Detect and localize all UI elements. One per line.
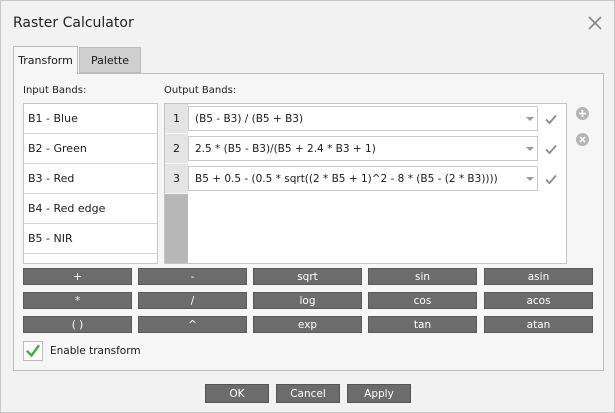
expression-input-1[interactable]: (B5 - B3) / (B5 + B3) [188, 106, 538, 131]
output-bands-label: Output Bands: [164, 85, 237, 96]
checkmark-icon [26, 344, 40, 358]
key-power[interactable]: ^ [138, 316, 247, 333]
expression-input-3[interactable]: B5 + 0.5 - (0.5 * sqrt((2 * B5 + 1)^2 - … [188, 166, 538, 191]
key-parentheses[interactable]: ( ) [23, 316, 132, 333]
apply-button[interactable]: Apply [347, 384, 411, 403]
key-asin[interactable]: asin [484, 268, 593, 285]
tab-transform[interactable]: Transform [13, 46, 78, 74]
band-item-b2[interactable]: B2 - Green [24, 134, 157, 164]
enable-transform-checkbox[interactable] [23, 341, 43, 361]
key-sqrt[interactable]: sqrt [253, 268, 362, 285]
remove-row-button[interactable] [576, 133, 589, 146]
output-row-3: 3 B5 + 0.5 - (0.5 * sqrt((2 * B5 + 1)^2 … [165, 164, 566, 194]
raster-calculator-dialog: Raster Calculator Transform Palette Inpu… [0, 0, 615, 413]
add-row-button[interactable] [576, 107, 589, 120]
row-number: 3 [165, 164, 188, 194]
dialog-title: Raster Calculator [13, 15, 134, 31]
key-multiply[interactable]: * [23, 292, 132, 309]
close-icon [588, 16, 602, 30]
key-plus[interactable]: + [23, 268, 132, 285]
enable-transform-row: Enable transform [23, 340, 141, 362]
output-row-2: 2 2.5 * (B5 - B3)/(B5 + 2.4 * B3 + 1) [165, 134, 566, 164]
key-minus[interactable]: - [138, 268, 247, 285]
key-cos[interactable]: cos [368, 292, 477, 309]
output-bands-area: 1 (B5 - B3) / (B5 + B3) 2 2.5 * (B5 - B3… [164, 103, 567, 264]
tab-palette[interactable]: Palette [79, 47, 141, 73]
close-button[interactable] [586, 14, 604, 32]
chevron-down-icon[interactable] [526, 177, 534, 181]
apply-check-icon[interactable] [543, 141, 559, 157]
key-atan[interactable]: atan [484, 316, 593, 333]
key-exp[interactable]: exp [253, 316, 362, 333]
ok-button[interactable]: OK [205, 384, 269, 403]
plus-icon [579, 110, 586, 117]
row-number: 2 [165, 134, 188, 164]
remove-icon [579, 136, 586, 143]
enable-transform-label: Enable transform [50, 345, 141, 357]
band-item-b4[interactable]: B4 - Red edge [24, 194, 157, 224]
input-bands-list: B1 - Blue B2 - Green B3 - Red B4 - Red e… [23, 103, 158, 264]
transform-panel: Input Bands: Output Bands: B1 - Blue B2 … [13, 73, 604, 371]
key-divide[interactable]: / [138, 292, 247, 309]
cancel-button[interactable]: Cancel [276, 384, 340, 403]
band-item-b1[interactable]: B1 - Blue [24, 104, 157, 134]
band-item-b3[interactable]: B3 - Red [24, 164, 157, 194]
apply-check-icon[interactable] [543, 111, 559, 127]
key-acos[interactable]: acos [484, 292, 593, 309]
chevron-down-icon[interactable] [526, 117, 534, 121]
key-log[interactable]: log [253, 292, 362, 309]
expression-input-2[interactable]: 2.5 * (B5 - B3)/(B5 + 2.4 * B3 + 1) [188, 136, 538, 161]
row-number: 1 [165, 104, 188, 134]
key-sin[interactable]: sin [368, 268, 477, 285]
key-tan[interactable]: tan [368, 316, 477, 333]
chevron-down-icon[interactable] [526, 147, 534, 151]
band-item-b5[interactable]: B5 - NIR [24, 224, 157, 254]
output-row-1: 1 (B5 - B3) / (B5 + B3) [165, 104, 566, 134]
input-bands-label: Input Bands: [23, 85, 87, 96]
apply-check-icon[interactable] [543, 171, 559, 187]
